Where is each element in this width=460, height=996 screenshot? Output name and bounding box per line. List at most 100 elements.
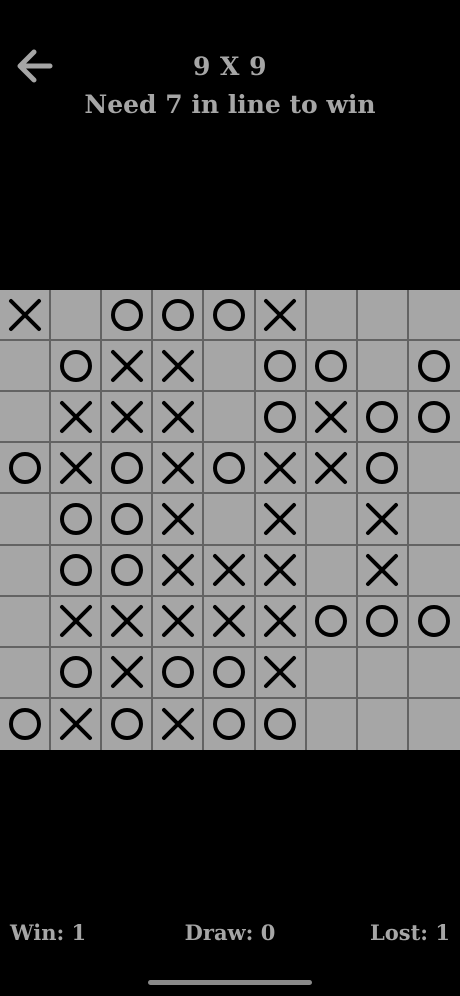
board-cell[interactable]	[51, 545, 103, 597]
board-cell[interactable]	[102, 647, 154, 699]
board-cell[interactable]	[408, 290, 460, 342]
board-cell[interactable]	[255, 392, 307, 444]
board-cell[interactable]	[306, 545, 358, 597]
board-cell[interactable]	[357, 392, 409, 444]
board-cell[interactable]	[153, 545, 205, 597]
board-cell[interactable]	[256, 698, 307, 750]
board-cell[interactable]	[102, 290, 154, 342]
board-cell[interactable]	[408, 648, 460, 699]
board-cell[interactable]	[102, 596, 154, 648]
board-cell[interactable]	[51, 443, 103, 495]
o-mark	[110, 502, 143, 535]
board-cell[interactable]	[51, 392, 103, 444]
board-cell[interactable]	[204, 647, 256, 699]
board-cell[interactable]	[408, 392, 460, 444]
board-cell[interactable]	[51, 647, 103, 699]
o-mark	[264, 349, 297, 382]
board-cell[interactable]	[306, 392, 358, 444]
board-cell[interactable]	[357, 290, 409, 342]
o-mark	[110, 298, 143, 331]
board-cell[interactable]	[102, 698, 154, 750]
board-size-title: 9 X 9	[192, 52, 268, 81]
board-cell[interactable]	[51, 596, 103, 648]
board-cell[interactable]	[255, 443, 307, 495]
board-cell[interactable]	[153, 443, 205, 495]
o-mark	[8, 451, 41, 484]
board-cell[interactable]	[204, 596, 256, 648]
board-cell[interactable]	[357, 647, 409, 699]
board-cell[interactable]	[408, 494, 460, 546]
board-cell[interactable]	[153, 341, 205, 393]
o-mark	[264, 400, 297, 433]
x-mark	[8, 298, 41, 331]
board-cell[interactable]	[306, 494, 358, 546]
o-mark	[110, 554, 143, 587]
board-cell[interactable]	[0, 494, 52, 546]
board-cell[interactable]	[357, 596, 409, 648]
board-cell[interactable]	[306, 341, 358, 393]
board-cell[interactable]	[51, 494, 103, 546]
board-cell[interactable]	[153, 494, 205, 546]
board-cell[interactable]	[204, 443, 256, 495]
board-cell[interactable]	[153, 290, 205, 342]
board-cell[interactable]	[255, 647, 307, 699]
board-cell[interactable]	[0, 698, 52, 750]
board-cell[interactable]	[306, 290, 358, 342]
x-mark	[264, 605, 297, 638]
o-mark	[418, 605, 451, 638]
board-cell[interactable]	[102, 443, 154, 495]
board-cell[interactable]	[306, 596, 358, 648]
board-cell[interactable]	[408, 443, 460, 495]
board-cell[interactable]	[0, 341, 52, 393]
o-mark	[110, 708, 143, 741]
board-cell[interactable]	[306, 443, 358, 495]
board-cell[interactable]	[204, 545, 256, 597]
board-cell[interactable]	[408, 546, 460, 597]
board-cell[interactable]	[0, 392, 52, 444]
board-cell[interactable]	[153, 647, 205, 699]
o-mark	[212, 451, 245, 484]
x-mark	[264, 554, 297, 587]
board-cell[interactable]	[51, 698, 103, 750]
board-cell[interactable]	[357, 443, 409, 495]
board-cell[interactable]	[0, 443, 52, 495]
board-cell[interactable]	[153, 596, 205, 648]
game-board	[0, 290, 460, 750]
board-cell[interactable]	[409, 699, 460, 750]
x-mark	[212, 554, 245, 587]
board-cell[interactable]	[204, 392, 256, 444]
board-cell[interactable]	[0, 647, 52, 699]
x-mark	[264, 451, 297, 484]
board-cell[interactable]	[255, 290, 307, 342]
board-cell[interactable]	[51, 341, 103, 393]
board-cell[interactable]	[102, 341, 154, 393]
board-cell[interactable]	[358, 698, 409, 750]
board-cell[interactable]	[306, 647, 358, 699]
board-cell[interactable]	[102, 545, 154, 597]
x-mark	[110, 605, 143, 638]
o-mark	[110, 451, 143, 484]
board-cell[interactable]	[0, 290, 52, 342]
board-cell[interactable]	[255, 596, 307, 648]
board-cell[interactable]	[204, 290, 256, 342]
board-cell[interactable]	[357, 341, 409, 393]
board-cell[interactable]	[204, 341, 256, 393]
board-cell[interactable]	[408, 341, 460, 393]
board-cell[interactable]	[0, 596, 52, 648]
board-cell[interactable]	[357, 545, 409, 597]
board-cell[interactable]	[102, 494, 154, 546]
board-cell[interactable]	[255, 545, 307, 597]
board-cell[interactable]	[153, 698, 205, 750]
board-cell[interactable]	[204, 494, 256, 546]
board-cell[interactable]	[51, 290, 103, 342]
board-cell[interactable]	[153, 392, 205, 444]
board-cell[interactable]	[357, 494, 409, 546]
board-cell[interactable]	[408, 597, 460, 648]
board-cell[interactable]	[204, 698, 256, 750]
board-cell[interactable]	[307, 698, 358, 750]
board-cell[interactable]	[255, 341, 307, 393]
board-cell[interactable]	[0, 545, 52, 597]
o-mark	[366, 451, 399, 484]
board-cell[interactable]	[255, 494, 307, 546]
board-cell[interactable]	[102, 392, 154, 444]
